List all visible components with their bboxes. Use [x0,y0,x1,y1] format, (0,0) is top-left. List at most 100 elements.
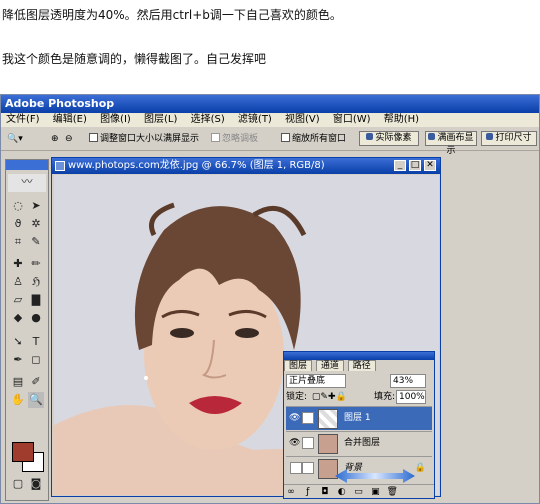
new-layer-icon[interactable]: ▣ [368,485,382,499]
new-group-icon[interactable]: ▭ [352,485,366,499]
brush-tool-icon[interactable]: ✏ [28,256,44,272]
menu-file[interactable]: 文件(F) [1,113,45,127]
zoom-all-windows-checkbox[interactable]: 缩放所有窗口 [281,131,346,147]
brush-link-icon [302,412,314,424]
app-title-bar: Adobe Photoshop [1,95,539,113]
resize-windows-checkbox[interactable]: 调整窗口大小以满屏显示 [89,131,199,147]
marquee-tool-icon[interactable]: ◌ [10,198,26,214]
blend-mode-value: 正片叠底 [289,376,326,386]
document-title: www.photops.com龙依.jpg @ 66.7% (图层 1, RGB… [68,160,325,171]
visibility-box[interactable] [290,462,302,474]
dodge-tool-icon[interactable]: ● [28,310,44,326]
lasso-tool-icon[interactable]: ϑ [10,216,26,232]
tab-layers[interactable]: 图层 [284,360,313,371]
zoom-all-label: 缩放所有窗口 [292,134,347,144]
layer-thumbnail [318,434,338,454]
magic-wand-icon[interactable]: ✲ [28,216,44,232]
opacity-value: 43% [393,376,414,386]
menu-layer[interactable]: 图层(L) [139,113,182,127]
minimize-button[interactable]: _ [394,160,406,171]
adjustment-layer-icon[interactable]: ◐ [335,485,349,499]
blend-opacity-row: 正片叠底 43% [286,374,432,388]
print-size-button[interactable]: 打印尺寸 [481,131,537,146]
menu-help[interactable]: 帮助(H) [379,113,424,127]
hand-tool-icon[interactable]: ✋ [10,392,26,408]
eyedropper-icon[interactable]: ✐ [28,374,44,390]
layer-row-merged[interactable]: 👁 合并图层 [286,431,432,455]
eraser-tool-icon[interactable]: ▱ [10,292,26,308]
layer-mask-icon[interactable]: ◘ [318,485,332,499]
checkbox-icon [89,133,98,142]
blend-mode-select[interactable]: 正片叠底 [286,374,346,388]
options-bar: 🔍▾ ⊕ ⊖ 调整窗口大小以满屏显示 忽略调板 缩放所有窗口 实际像素 满画布显… [1,127,539,156]
layers-panel-footer: ∞ ƒ ◘ ◐ ▭ ▣ 🗑 [284,484,434,498]
ignore-palettes-checkbox[interactable]: 忽略调板 [211,131,258,147]
eye-icon[interactable]: 👁 [289,413,300,423]
menu-view[interactable]: 视图(V) [280,113,325,127]
fill-value: 100% [399,392,425,402]
button-icon [366,133,374,140]
zoom-out-icon[interactable]: ⊖ [65,131,73,147]
path-selection-icon[interactable]: ➘ [10,334,26,350]
menu-window[interactable]: 窗口(W) [328,113,376,127]
healing-brush-icon[interactable]: ✚ [10,256,26,272]
maximize-button[interactable]: □ [409,160,421,171]
blur-tool-icon[interactable]: ◆ [10,310,26,326]
menu-filter[interactable]: 滤镜(T) [233,113,277,127]
gradient-tool-icon[interactable]: ▇ [28,292,44,308]
layers-panel-tabs: 图层 通道 路径 [284,360,434,372]
tab-channels[interactable]: 通道 [315,360,344,371]
ignore-palettes-label: 忽略调板 [222,134,259,144]
zoom-tool-icon[interactable]: 🔍 [28,392,44,408]
clone-stamp-icon[interactable]: ♙ [10,274,26,290]
delete-layer-icon[interactable]: 🗑 [385,485,399,499]
brush-link-icon [302,462,314,474]
layers-panel-header [284,352,434,360]
move-tool-icon[interactable]: ➤ [28,198,44,214]
layer-style-icon[interactable]: ƒ [301,485,315,499]
fill-field[interactable]: 100% [396,390,426,404]
type-tool-icon[interactable]: T [28,334,44,350]
menu-edit[interactable]: 编辑(E) [48,113,92,127]
slice-tool-icon[interactable]: ✎ [28,234,44,250]
tab-paths[interactable]: 路径 [347,360,376,371]
article-text-line-1: 降低图层透明度为40%。然后用ctrl+b调一下自己喜欢的颜色。 [2,8,342,22]
eye-icon[interactable]: 👁 [289,438,300,448]
resize-windows-label: 调整窗口大小以满屏显示 [100,134,200,144]
crop-tool-icon[interactable]: ⌗ [10,234,26,250]
toolbox-header [6,160,48,170]
button-icon [486,133,494,140]
menu-bar: 文件(F) 编辑(E) 图像(I) 图层(L) 选择(S) 滤镜(T) 视图(V… [1,113,539,127]
menu-select[interactable]: 选择(S) [186,113,230,127]
history-brush-icon[interactable]: ℌ [28,274,44,290]
document-icon [55,161,65,171]
checkbox-icon [211,133,220,142]
lock-icons[interactable]: ▢✎✚🔒 [312,392,347,402]
annotation-double-arrow [335,469,415,483]
opacity-field[interactable]: 43% [390,374,426,388]
lock-icon: 🔒 [414,463,426,473]
shape-tool-icon[interactable]: ◻ [28,352,44,368]
zoom-in-icon[interactable]: ⊕ [51,131,59,147]
fill-label: 填充: [374,392,396,402]
toolbox: 〰 ◌ ➤ ϑ ✲ ⌗ ✎ ✚ ✏ ♙ ℌ ▱ ▇ ◆ ● ➘ T ✒ ◻ ▤ … [5,159,49,501]
zoom-tool-icon[interactable]: 🔍▾ [7,131,23,147]
document-title-bar: www.photops.com龙依.jpg @ 66.7% (图层 1, RGB… [52,158,440,174]
link-layers-icon[interactable]: ∞ [284,485,298,499]
standard-mode-icon[interactable]: ▢ [10,476,26,492]
pen-tool-icon[interactable]: ✒ [10,352,26,368]
brush-link-icon [302,437,314,449]
layer-thumbnail [318,409,338,429]
article-text-line-2: 我这个颜色是随意调的，懒得截图了。自己发挥吧 [2,52,267,66]
notes-tool-icon[interactable]: ▤ [10,374,26,390]
layer-row-layer1[interactable]: 👁 图层 1 [286,406,432,430]
app-title: Adobe Photoshop [5,97,115,110]
menu-image[interactable]: 图像(I) [95,113,136,127]
quick-mask-icon[interactable]: ◙ [28,476,44,492]
actual-pixels-label: 实际像素 [375,133,412,143]
foreground-color-swatch[interactable] [12,442,34,462]
photoshop-window: Adobe Photoshop 文件(F) 编辑(E) 图像(I) 图层(L) … [0,94,540,504]
fit-on-screen-button[interactable]: 满画布显示 [425,131,477,156]
close-button[interactable]: ✕ [424,160,436,171]
actual-pixels-button[interactable]: 实际像素 [359,131,419,146]
